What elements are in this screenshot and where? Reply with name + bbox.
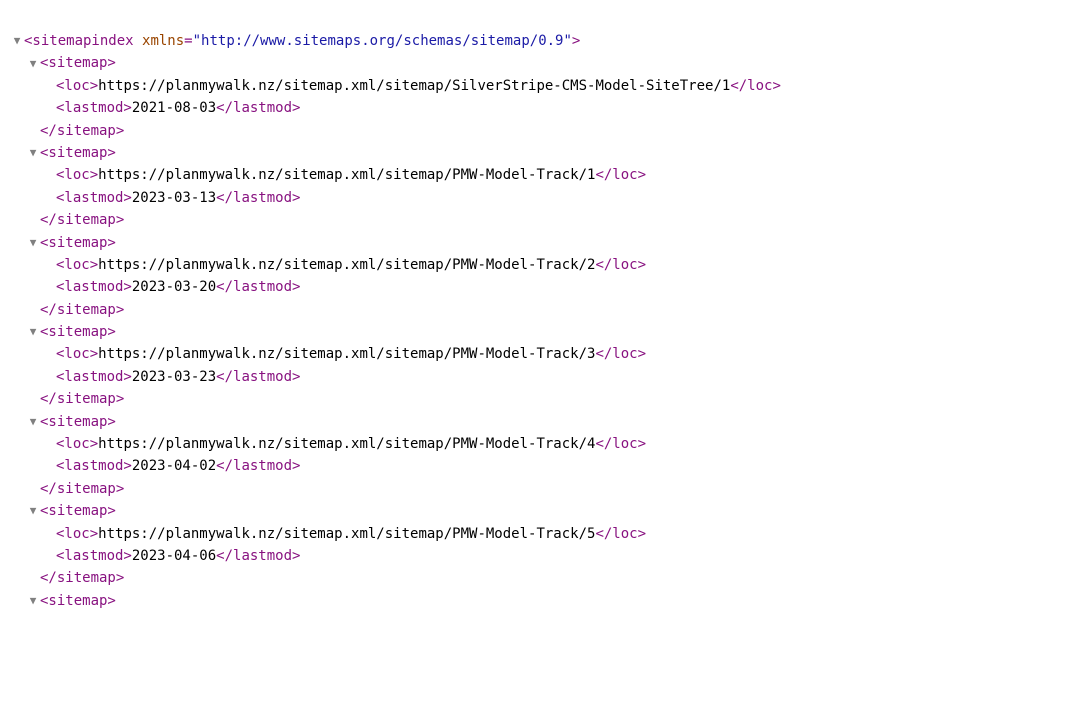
- sitemap-close-3: </sitemap>: [26, 388, 1070, 410]
- sitemap-close-1: </sitemap>: [26, 209, 1070, 231]
- lastmod-value: 2023-04-02: [132, 458, 216, 474]
- sitemap-open-4: ▼<sitemap>: [26, 411, 1070, 433]
- lastmod-line-2: <lastmod>2023-03-20</lastmod>: [42, 276, 1070, 298]
- sitemap-close-2: </sitemap>: [26, 299, 1070, 321]
- lastmod-line-1: <lastmod>2023-03-13</lastmod>: [42, 187, 1070, 209]
- lastmod-line-4: <lastmod>2023-04-02</lastmod>: [42, 455, 1070, 477]
- lastmod-value: 2023-03-13: [132, 190, 216, 206]
- loc-value: https://planmywalk.nz/sitemap.xml/sitema…: [98, 257, 595, 273]
- lastmod-line-0: <lastmod>2021-08-03</lastmod>: [42, 97, 1070, 119]
- sitemap-open-2: ▼<sitemap>: [26, 232, 1070, 254]
- toggle-icon[interactable]: ▼: [26, 234, 40, 252]
- toggle-icon[interactable]: ▼: [26, 592, 40, 610]
- toggle-icon[interactable]: ▼: [26, 144, 40, 162]
- loc-value: https://planmywalk.nz/sitemap.xml/sitema…: [98, 526, 595, 542]
- sitemap-open-3: ▼<sitemap>: [26, 321, 1070, 343]
- toggle-icon[interactable]: ▼: [10, 32, 24, 50]
- loc-line-0: <loc>https://planmywalk.nz/sitemap.xml/s…: [42, 75, 1070, 97]
- toggle-icon[interactable]: ▼: [26, 323, 40, 341]
- lastmod-value: 2023-03-23: [132, 369, 216, 385]
- loc-line-4: <loc>https://planmywalk.nz/sitemap.xml/s…: [42, 433, 1070, 455]
- toggle-icon[interactable]: ▼: [26, 55, 40, 73]
- loc-value: https://planmywalk.nz/sitemap.xml/sitema…: [98, 167, 595, 183]
- loc-value: https://planmywalk.nz/sitemap.xml/sitema…: [98, 78, 730, 94]
- lastmod-line-3: <lastmod>2023-03-23</lastmod>: [42, 366, 1070, 388]
- lastmod-value: 2023-03-20: [132, 279, 216, 295]
- sitemap-open-0: ▼<sitemap>: [26, 52, 1070, 74]
- loc-line-3: <loc>https://planmywalk.nz/sitemap.xml/s…: [42, 343, 1070, 365]
- loc-line-2: <loc>https://planmywalk.nz/sitemap.xml/s…: [42, 254, 1070, 276]
- loc-line-1: <loc>https://planmywalk.nz/sitemap.xml/s…: [42, 164, 1070, 186]
- sitemap-close-4: </sitemap>: [26, 478, 1070, 500]
- toggle-icon[interactable]: ▼: [26, 413, 40, 431]
- loc-line-5: <loc>https://planmywalk.nz/sitemap.xml/s…: [42, 523, 1070, 545]
- sitemap-close-0: </sitemap>: [26, 120, 1070, 142]
- sitemap-open-5: ▼<sitemap>: [26, 500, 1070, 522]
- root-open-tag: ▼<sitemapindex xmlns="http://www.sitemap…: [10, 30, 1070, 52]
- loc-value: https://planmywalk.nz/sitemap.xml/sitema…: [98, 436, 595, 452]
- toggle-icon[interactable]: ▼: [26, 502, 40, 520]
- sitemap-open-trailing: ▼<sitemap>: [26, 590, 1070, 612]
- sitemap-open-1: ▼<sitemap>: [26, 142, 1070, 164]
- loc-value: https://planmywalk.nz/sitemap.xml/sitema…: [98, 346, 595, 362]
- lastmod-line-5: <lastmod>2023-04-06</lastmod>: [42, 545, 1070, 567]
- sitemap-close-5: </sitemap>: [26, 567, 1070, 589]
- lastmod-value: 2023-04-06: [132, 548, 216, 564]
- xml-tree-viewer: ▼<sitemapindex xmlns="http://www.sitemap…: [10, 30, 1070, 612]
- lastmod-value: 2021-08-03: [132, 100, 216, 116]
